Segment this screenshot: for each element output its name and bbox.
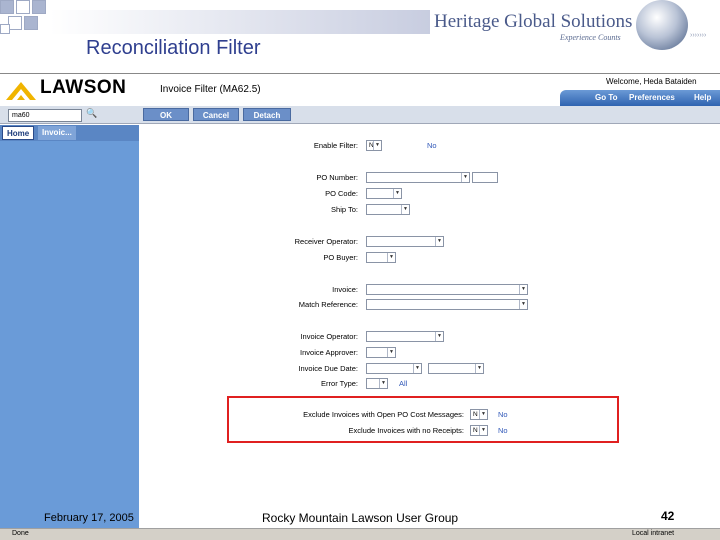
arrows-icon: ›››››››: [690, 32, 707, 39]
match-reference-label: Match Reference:: [298, 300, 358, 309]
chevron-down-icon: ▼: [519, 300, 527, 309]
brand-name: Heritage Global Solutions: [434, 11, 633, 32]
chevron-down-icon: ▼: [519, 285, 527, 294]
toolbar: 🔍 OK Cancel Detach: [0, 106, 720, 124]
nav-preferences-link[interactable]: Preferences: [629, 93, 675, 102]
chevron-down-icon: ▼: [387, 348, 395, 357]
po-code-select[interactable]: ▼: [366, 188, 402, 199]
nav-help-link[interactable]: Help: [694, 93, 711, 102]
ok-button[interactable]: OK: [143, 108, 189, 121]
status-zone-text: Local intranet: [632, 530, 675, 537]
enable-filter-label: Enable Filter:: [313, 141, 358, 150]
chevron-down-icon: ▼: [479, 426, 487, 435]
chevron-down-icon: ▼: [401, 205, 409, 214]
brand-tagline: Experience Counts: [560, 33, 621, 42]
invoice-select[interactable]: ▼: [366, 284, 528, 295]
chevron-down-icon: ▼: [475, 364, 483, 373]
slide-title: Reconciliation Filter: [86, 37, 261, 59]
error-type-label: Error Type:: [321, 379, 358, 388]
chevron-down-icon: ▼: [413, 364, 421, 373]
chevron-down-icon: ▼: [435, 237, 443, 246]
ship-to-label: Ship To:: [331, 205, 358, 214]
header-gradient-bar: [50, 10, 430, 34]
chevron-down-icon: ▼: [373, 141, 381, 150]
browser-status-bar: Done Local intranet: [0, 528, 720, 540]
invoice-operator-label: Invoice Operator:: [300, 332, 358, 341]
po-code-label: PO Code:: [325, 189, 358, 198]
lawson-logo: LAWSON: [0, 74, 152, 104]
chevron-down-icon: ▼: [393, 189, 401, 198]
match-reference-select[interactable]: ▼: [366, 299, 528, 310]
chevron-down-icon: ▼: [387, 253, 395, 262]
exclude-open-po-value: N: [473, 411, 478, 418]
lawson-app-window: LAWSON Invoice Filter (MA62.5) Welcome, …: [0, 73, 720, 529]
po-number-label: PO Number:: [316, 173, 358, 182]
footer-center-text: Rocky Mountain Lawson User Group: [262, 511, 459, 525]
error-type-select[interactable]: ▼: [366, 378, 388, 389]
exclude-open-po-select[interactable]: N ▼: [470, 409, 488, 420]
po-buyer-label: PO Buyer:: [323, 253, 358, 262]
exclude-open-po-label: Exclude Invoices with Open PO Cost Messa…: [303, 410, 464, 419]
exclude-no-receipts-select[interactable]: N ▼: [470, 425, 488, 436]
top-nav-bar: Go To Preferences Help: [560, 90, 720, 106]
search-icon[interactable]: 🔍: [86, 108, 98, 121]
exclude-no-receipts-label: Exclude Invoices with no Receipts:: [348, 426, 464, 435]
po-number-release-field[interactable]: [472, 172, 498, 183]
footer-date: February 17, 2005: [44, 512, 134, 524]
cancel-button[interactable]: Cancel: [193, 108, 239, 121]
nav-goto-link[interactable]: Go To: [595, 93, 618, 102]
invoice-due-date-to[interactable]: ▼: [428, 363, 484, 374]
search-input[interactable]: [8, 109, 82, 122]
po-buyer-select[interactable]: ▼: [366, 252, 396, 263]
lawson-logo-icon: [6, 82, 36, 100]
page-number: 42: [661, 509, 675, 523]
chevron-down-icon: ▼: [479, 410, 487, 419]
form-title: Invoice Filter (MA62.5): [160, 84, 261, 95]
tab-home[interactable]: Home: [2, 126, 35, 140]
enable-filter-text: No: [427, 141, 437, 150]
error-type-text: All: [399, 379, 408, 388]
lawson-logo-text: LAWSON: [40, 77, 127, 98]
detach-button[interactable]: Detach: [243, 108, 291, 121]
invoice-due-date-from[interactable]: ▼: [366, 363, 422, 374]
welcome-text: Welcome, Heda Bataiden: [606, 77, 697, 86]
sidebar-tabs: Home Invoic...: [0, 125, 139, 141]
po-number-select[interactable]: ▼: [366, 172, 470, 183]
receiver-operator-label: Receiver Operator:: [294, 237, 358, 246]
invoice-operator-select[interactable]: ▼: [366, 331, 444, 342]
invoice-approver-select[interactable]: ▼: [366, 347, 396, 358]
sidebar: Home Invoic...: [0, 125, 139, 529]
enable-filter-select[interactable]: N ▼: [366, 140, 382, 151]
globe-icon: [636, 0, 688, 50]
tab-invoice[interactable]: Invoic...: [38, 126, 76, 140]
chevron-down-icon: ▼: [435, 332, 443, 341]
chevron-down-icon: ▼: [461, 173, 469, 182]
highlight-box: [227, 396, 619, 443]
exclude-open-po-text: No: [498, 410, 508, 419]
invoice-approver-label: Invoice Approver:: [300, 348, 358, 357]
exclude-no-receipts-text: No: [498, 426, 508, 435]
invoice-label: Invoice:: [332, 285, 358, 294]
receiver-operator-select[interactable]: ▼: [366, 236, 444, 247]
invoice-due-date-label: Invoice Due Date:: [298, 364, 358, 373]
status-done-text: Done: [12, 530, 29, 537]
ship-to-select[interactable]: ▼: [366, 204, 410, 215]
exclude-no-receipts-value: N: [473, 427, 478, 434]
chevron-down-icon: ▼: [379, 379, 387, 388]
